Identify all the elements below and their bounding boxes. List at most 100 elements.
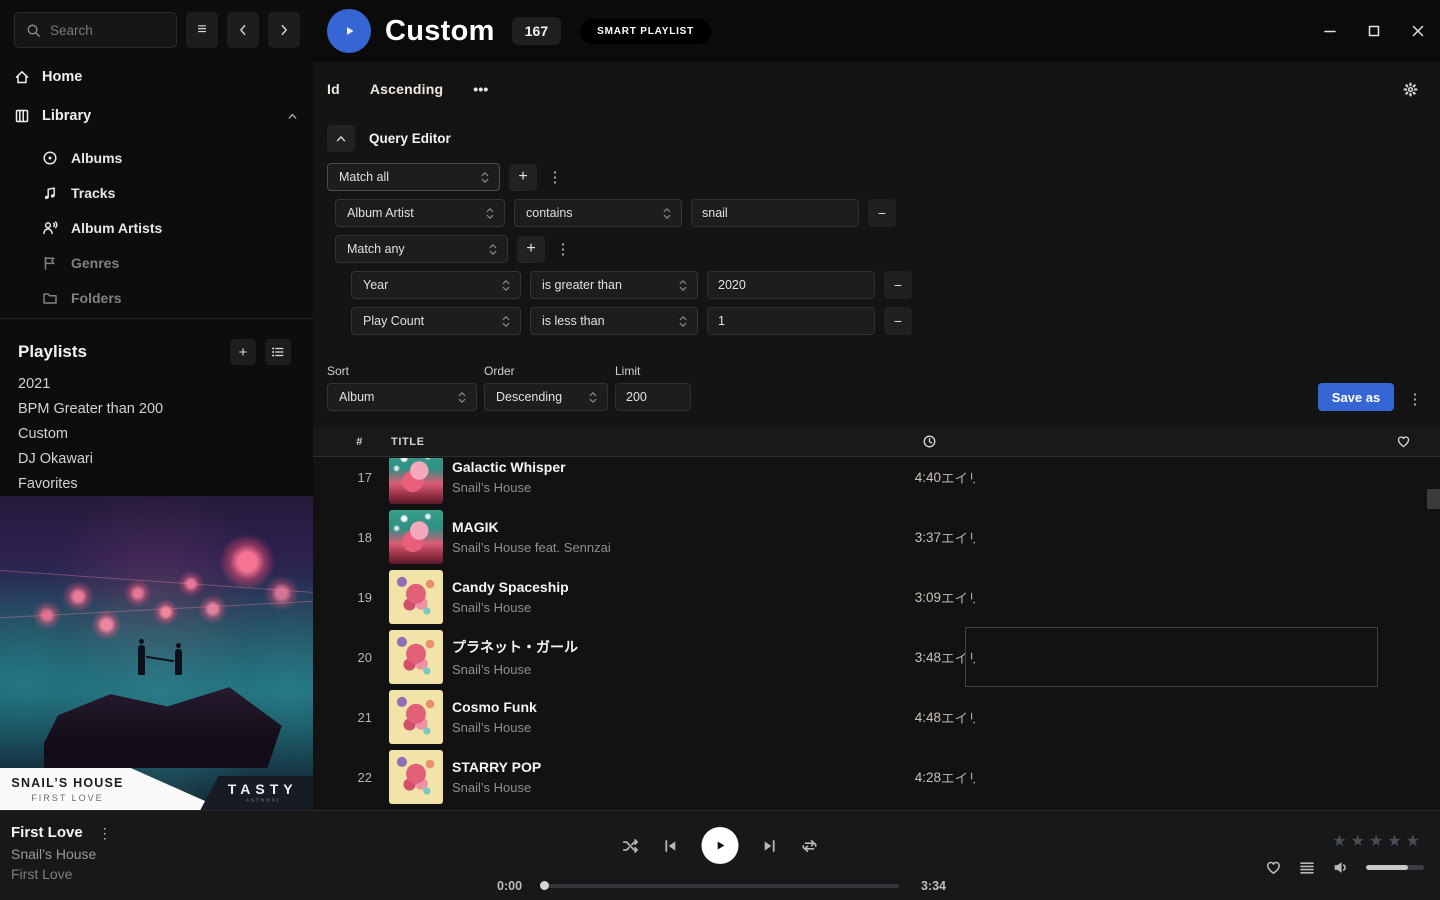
previous-track-button[interactable] xyxy=(663,838,679,854)
now-playing-album[interactable]: First Love xyxy=(11,866,112,882)
sidebar-item-genres[interactable]: Genres xyxy=(0,245,313,280)
track-album[interactable]: エイリアン☆ポップ II xyxy=(941,767,975,787)
track-album[interactable]: エイリアン☆ポップ III xyxy=(941,527,975,547)
album-cover-thumbnail[interactable] xyxy=(389,630,443,684)
track-title[interactable]: Candy Spaceship xyxy=(452,579,851,595)
order-select[interactable]: Descending xyxy=(484,383,608,411)
match-type-select[interactable]: Match all xyxy=(327,163,500,191)
manage-playlists-button[interactable] xyxy=(265,339,291,365)
track-album[interactable]: エイリアン☆ポップ III xyxy=(941,467,975,487)
group-match-type-select[interactable]: Match any xyxy=(335,235,508,263)
track-artist[interactable]: Snail’s House xyxy=(452,600,851,615)
add-playlist-button[interactable]: + xyxy=(230,339,256,365)
album-cover-thumbnail[interactable] xyxy=(389,750,443,804)
shuffle-button[interactable] xyxy=(622,837,640,855)
playlist-item[interactable]: Custom xyxy=(0,421,313,446)
column-duration[interactable] xyxy=(851,434,941,449)
track-album[interactable]: エイリアン☆ポップ II xyxy=(941,587,975,607)
sidebar-item-tracks[interactable]: Tracks xyxy=(0,175,313,210)
album-cover-thumbnail[interactable] xyxy=(389,510,443,564)
settings-button[interactable] xyxy=(1403,82,1418,97)
rating-stars[interactable]: ★★★★★ xyxy=(1332,831,1424,851)
track-album[interactable]: エイリアン☆ポップ II xyxy=(941,647,975,667)
track-artist[interactable]: Snail’s House feat. Sennzai xyxy=(452,540,851,555)
sidebar-item-folders[interactable]: Folders xyxy=(0,280,313,315)
playlist-item[interactable]: DJ Okawari xyxy=(0,446,313,471)
save-more-button[interactable]: ⋮ xyxy=(1406,392,1424,407)
track-row[interactable]: 21 Cosmo Funk Snail’s House 4:48 エイリアン☆ポ… xyxy=(313,687,1440,747)
rule-operator-select[interactable]: contains xyxy=(514,199,682,227)
close-button[interactable] xyxy=(1410,23,1426,39)
track-title[interactable]: MAGIK xyxy=(452,519,851,535)
track-title[interactable]: STARRY POP xyxy=(452,759,851,775)
maximize-button[interactable] xyxy=(1366,23,1382,39)
rule-value-input[interactable] xyxy=(707,271,875,299)
toolbar-more-button[interactable]: ••• xyxy=(473,81,488,97)
track-artist[interactable]: Snail’s House xyxy=(452,662,851,677)
now-playing-art[interactable]: SNAIL’S HOUSE FIRST LOVE TASTY ASTNNXI xyxy=(0,496,313,810)
track-row[interactable]: 18 MAGIK Snail’s House feat. Sennzai 3:3… xyxy=(313,507,1440,567)
minimize-button[interactable] xyxy=(1322,23,1338,39)
next-track-button[interactable] xyxy=(762,838,778,854)
now-playing-more-button[interactable]: ⋮ xyxy=(98,826,112,840)
track-row[interactable]: 20 プラネット・ガール Snail’s House 3:48 エイリアン☆ポッ… xyxy=(313,627,1440,687)
playlist-item[interactable]: Favorites xyxy=(0,471,313,496)
track-album[interactable]: エイリアン☆ポップ II xyxy=(941,707,975,727)
rule-operator-select[interactable]: is greater than xyxy=(530,271,698,299)
track-artist[interactable]: Snail’s House xyxy=(452,720,851,735)
playlist-item[interactable]: 2021 xyxy=(0,371,313,396)
playlist-item[interactable]: BPM Greater than 200 xyxy=(0,396,313,421)
remove-rule-button[interactable]: − xyxy=(884,271,912,299)
remove-rule-button[interactable]: − xyxy=(884,307,912,335)
column-favorite[interactable] xyxy=(1378,434,1440,449)
column-title[interactable]: TITLE xyxy=(372,436,443,448)
sidebar-item-albums[interactable]: Albums xyxy=(0,140,313,175)
rule-field-select[interactable]: Play Count xyxy=(351,307,521,335)
column-index[interactable]: # xyxy=(313,436,372,448)
search-box[interactable] xyxy=(14,12,177,48)
collapse-query-editor-button[interactable] xyxy=(327,125,355,152)
add-rule-button[interactable]: + xyxy=(509,164,537,191)
play-playlist-button[interactable] xyxy=(327,9,371,53)
sort-select[interactable]: Album xyxy=(327,383,477,411)
nav-back-button[interactable] xyxy=(227,12,259,48)
now-playing-artist[interactable]: Snail’s House xyxy=(11,846,112,862)
album-cover-thumbnail[interactable] xyxy=(389,690,443,744)
track-artist[interactable]: Snail’s House xyxy=(452,780,851,795)
favorite-button[interactable] xyxy=(1265,859,1282,876)
chevron-up-icon[interactable] xyxy=(286,110,299,123)
track-row[interactable]: 19 Candy Spaceship Snail’s House 3:09 エイ… xyxy=(313,567,1440,627)
rule-field-select[interactable]: Album Artist xyxy=(335,199,505,227)
track-title[interactable]: プラネット・ガール xyxy=(452,637,851,657)
remove-rule-button[interactable]: − xyxy=(868,199,896,227)
search-input[interactable] xyxy=(50,23,165,38)
sidebar-item-home[interactable]: Home xyxy=(0,65,313,89)
group-more-button[interactable]: ⋮ xyxy=(554,242,572,257)
repeat-button[interactable] xyxy=(801,837,819,855)
root-more-button[interactable]: ⋮ xyxy=(546,170,564,185)
album-cover-thumbnail[interactable] xyxy=(389,458,443,504)
sort-direction-button[interactable]: Ascending xyxy=(370,81,443,97)
sidebar-item-album-artists[interactable]: Album Artists xyxy=(0,210,313,245)
scrollbar-thumb[interactable] xyxy=(1427,489,1440,509)
album-cover-thumbnail[interactable] xyxy=(389,570,443,624)
save-as-button[interactable]: Save as xyxy=(1318,383,1394,411)
volume-slider[interactable] xyxy=(1366,865,1424,870)
seek-thumb[interactable] xyxy=(540,881,549,890)
track-artist[interactable]: Snail’s House xyxy=(452,480,851,495)
rule-field-select[interactable]: Year xyxy=(351,271,521,299)
menu-button[interactable]: ≡ xyxy=(186,12,218,48)
group-add-rule-button[interactable]: + xyxy=(517,236,545,263)
track-row[interactable]: 17 Galactic Whisper Snail’s House 4:40 エ… xyxy=(313,458,1440,507)
track-title[interactable]: Cosmo Funk xyxy=(452,699,851,715)
queue-button[interactable] xyxy=(1299,860,1315,876)
rule-operator-select[interactable]: is less than xyxy=(530,307,698,335)
track-table-header[interactable]: # TITLE xyxy=(313,427,1440,457)
play-pause-button[interactable] xyxy=(702,827,739,864)
rule-value-input[interactable] xyxy=(707,307,875,335)
track-title[interactable]: Galactic Whisper xyxy=(452,459,851,475)
sidebar-item-library[interactable]: Library xyxy=(0,104,313,128)
track-row[interactable]: 22 STARRY POP Snail’s House 4:28 エイリアン☆ポ… xyxy=(313,747,1440,807)
nav-forward-button[interactable] xyxy=(268,12,300,48)
limit-input[interactable] xyxy=(615,383,691,411)
